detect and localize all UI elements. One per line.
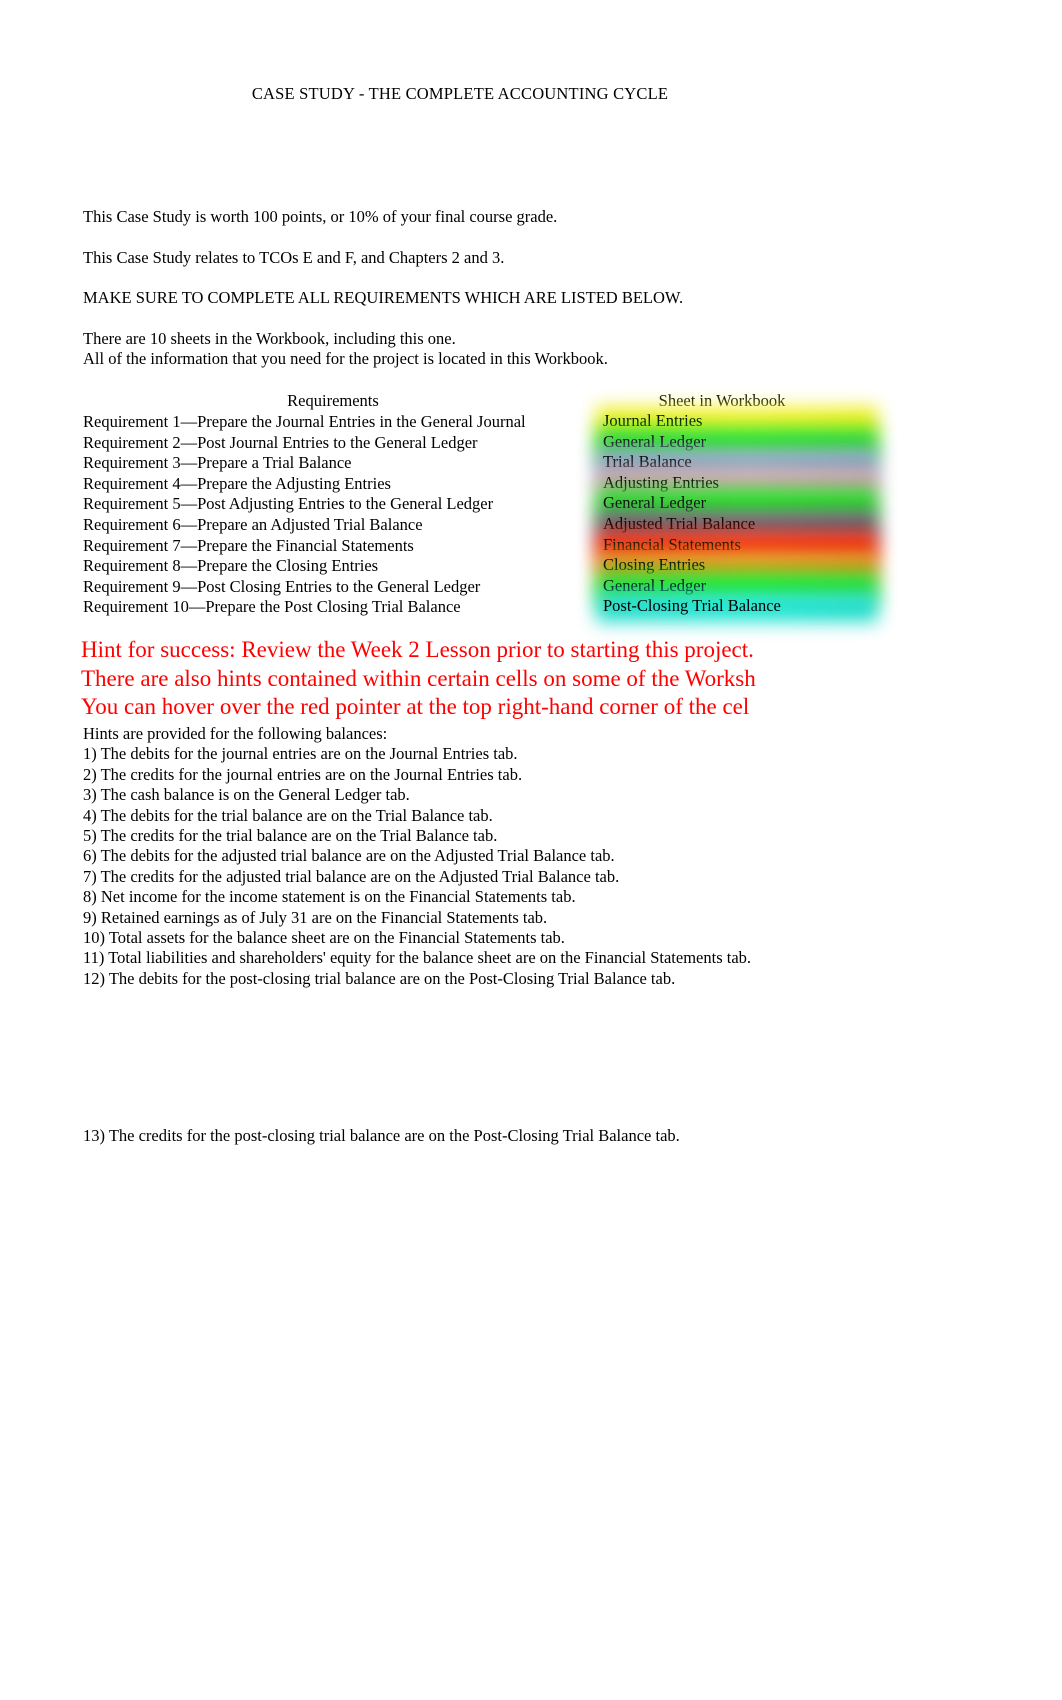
page-title: CASE STUDY - THE COMPLETE ACCOUNTING CYC… xyxy=(251,84,669,103)
requirement-label: Requirement 6—Prepare an Adjusted Trial … xyxy=(83,514,423,534)
hint-item: 10) Total assets for the balance sheet a… xyxy=(83,927,565,947)
requirement-label: Requirement 9—Post Closing Entries to th… xyxy=(83,576,481,596)
requirements-table: Requirements Sheet in Workbook Requireme… xyxy=(83,391,963,623)
red-hint-line-3: You can hover over the red pointer at th… xyxy=(81,694,750,719)
hint-items-container: 1) The debits for the journal entries ar… xyxy=(83,744,983,987)
sheet-name-label: Post-Closing Trial Balance xyxy=(603,596,781,616)
red-hint-line-1: Hint for success: Review the Week 2 Less… xyxy=(81,637,754,662)
red-hint-line-2: There are also hints contained within ce… xyxy=(81,665,756,691)
sheet-name-cell[interactable]: Post-Closing Trial Balance xyxy=(596,592,878,623)
requirement-label: Requirement 5—Post Adjusting Entries to … xyxy=(83,494,494,514)
hint-item: 9) Retained earnings as of July 31 are o… xyxy=(83,907,548,927)
intro-line-3: MAKE SURE TO COMPLETE ALL REQUIREMENTS W… xyxy=(83,288,684,307)
hint-item: 4) The debits for the trial balance are … xyxy=(83,805,493,825)
hint-item: 12) The debits for the post-closing tria… xyxy=(83,968,676,988)
hint-item: 6) The debits for the adjusted trial bal… xyxy=(83,846,615,866)
hint-item: 7) The credits for the adjusted trial ba… xyxy=(83,866,620,886)
requirement-label: Requirement 10—Prepare the Post Closing … xyxy=(83,597,461,617)
hint-item: 3) The cash balance is on the General Le… xyxy=(83,785,410,805)
requirement-label: Requirement 2—Post Journal Entries to th… xyxy=(83,432,478,452)
requirement-label: Requirement 1—Prepare the Journal Entrie… xyxy=(83,412,526,431)
hints-list: Hints are provided for the following bal… xyxy=(83,724,983,988)
requirements-rows: Requirement 1—Prepare the Journal Entrie… xyxy=(83,407,963,623)
hint-item: 11) Total liabilities and shareholders' … xyxy=(83,948,752,968)
hint-item-13: 13) The credits for the post-closing tri… xyxy=(83,1126,680,1145)
requirement-label: Requirement 7—Prepare the Financial Stat… xyxy=(83,535,414,555)
hint-item: 1) The debits for the journal entries ar… xyxy=(83,744,518,764)
table-row: Requirement 10—Prepare the Post Closing … xyxy=(83,592,963,623)
hints-intro: Hints are provided for the following bal… xyxy=(83,724,388,743)
hint-item: 5) The credits for the trial balance are… xyxy=(83,825,498,845)
requirement-label: Requirement 4—Prepare the Adjusting Entr… xyxy=(83,473,391,493)
intro-line-1: This Case Study is worth 100 points, or … xyxy=(83,207,558,226)
requirement-label: Requirement 8—Prepare the Closing Entrie… xyxy=(83,556,379,576)
column-header-requirements: Requirements xyxy=(287,391,379,410)
intro-line-4: There are 10 sheets in the Workbook, inc… xyxy=(83,328,456,348)
intro-line-2: This Case Study relates to TCOs E and F,… xyxy=(83,247,505,267)
hint-item: 2) The credits for the journal entries a… xyxy=(83,764,523,784)
red-hint-block: Hint for success: Review the Week 2 Less… xyxy=(81,636,981,722)
document-page: CASE STUDY - THE COMPLETE ACCOUNTING CYC… xyxy=(0,0,1062,1700)
intro-line-5: All of the information that you need for… xyxy=(83,348,608,368)
intro-block: This Case Study is worth 100 points, or … xyxy=(83,207,963,369)
hint-item: 8) Net income for the income statement i… xyxy=(83,887,576,907)
requirement-label: Requirement 3—Prepare a Trial Balance xyxy=(83,453,352,473)
